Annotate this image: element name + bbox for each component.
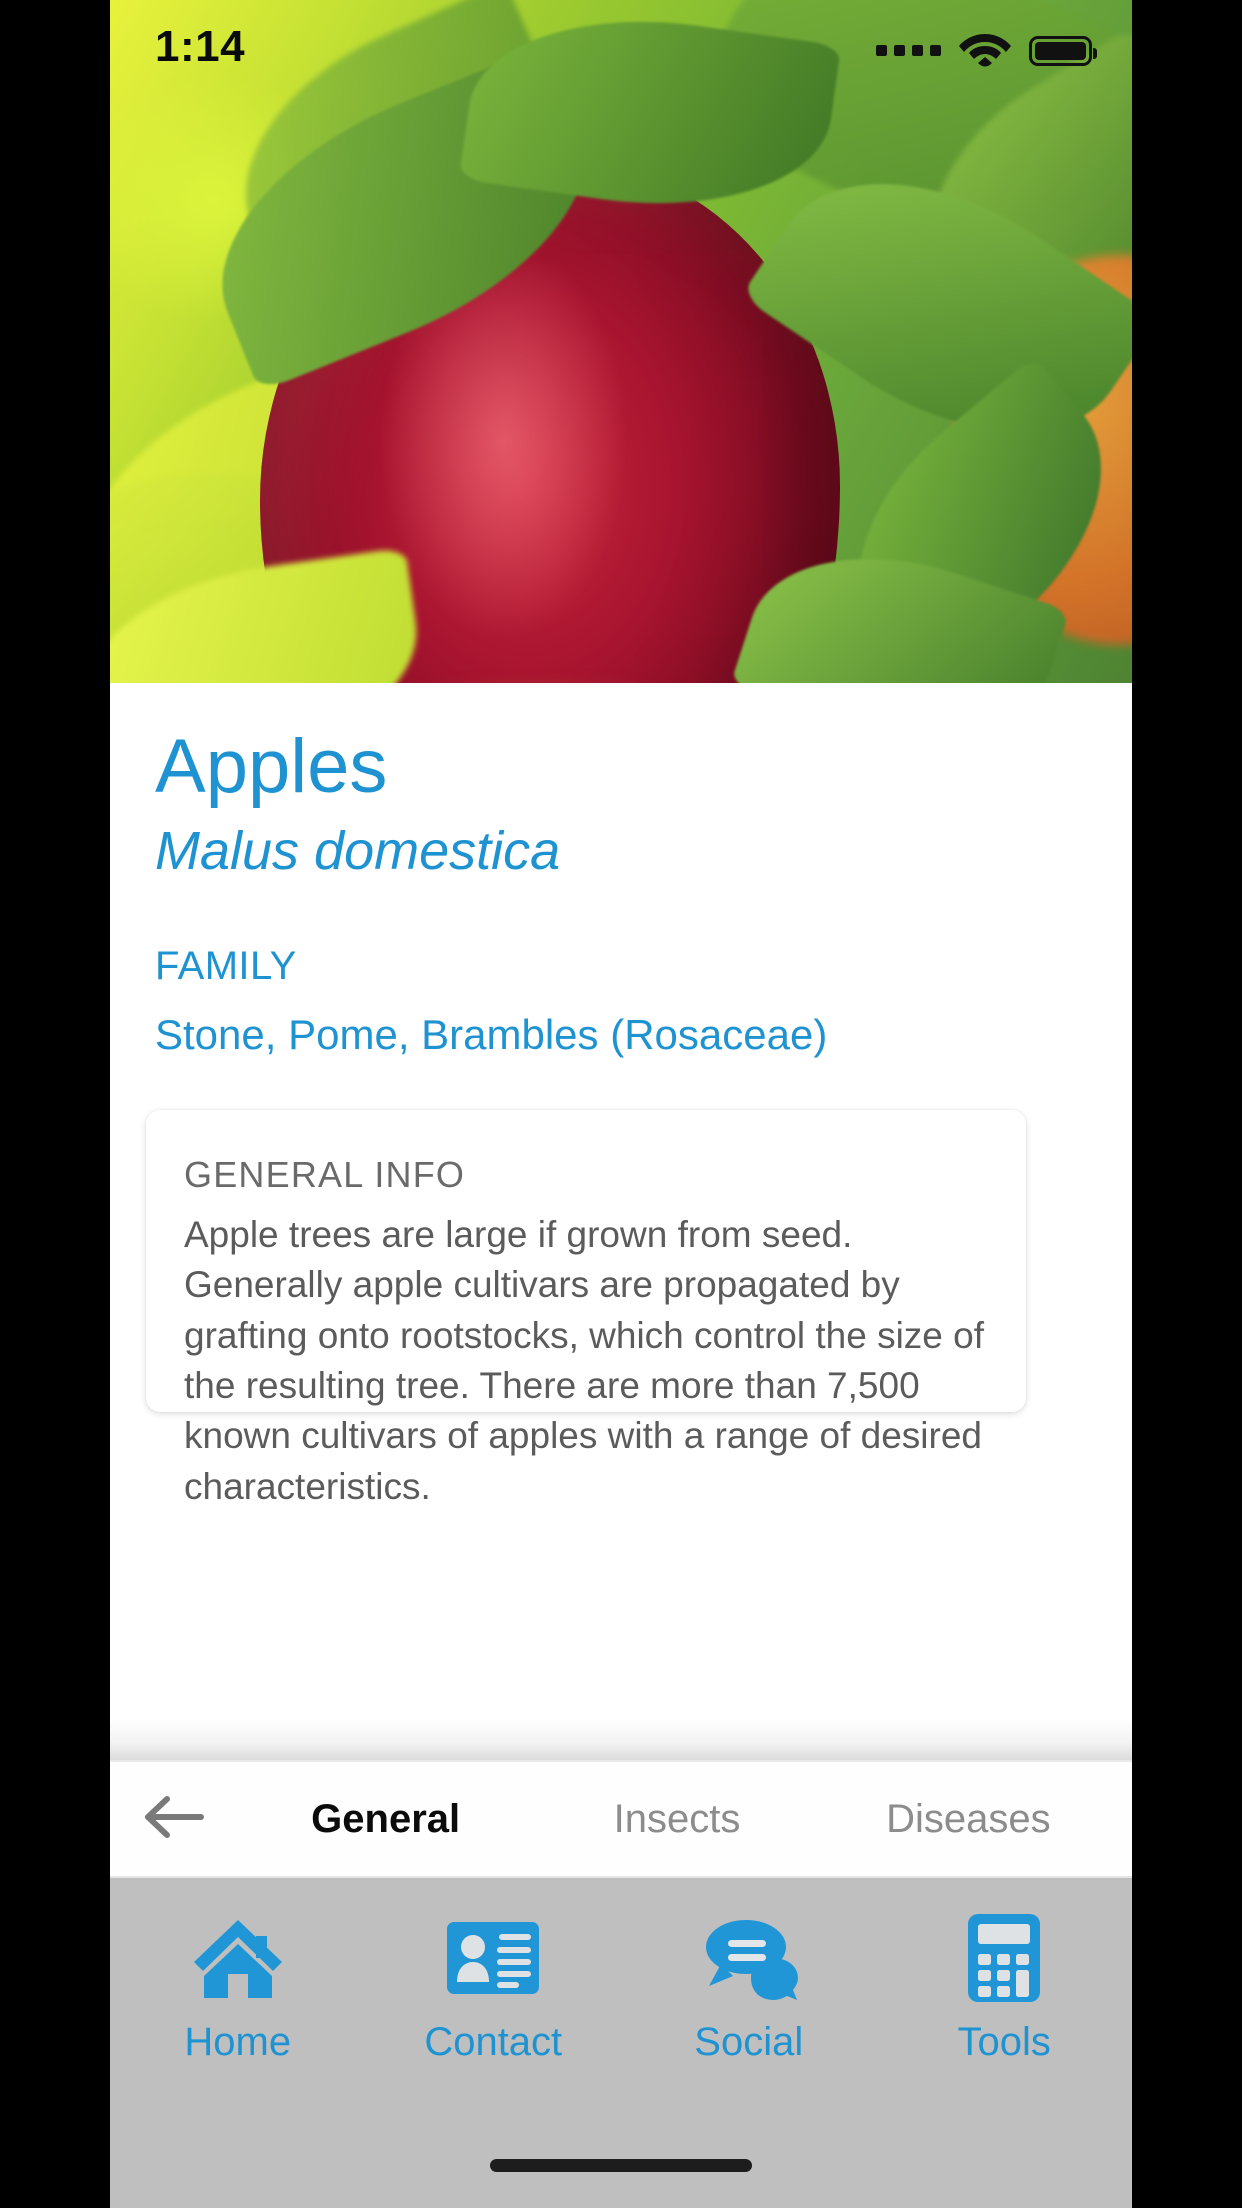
family-value: Stone, Pome, Brambles (Rosaceae) <box>155 1010 828 1058</box>
bottom-nav-items: Home Contact Social Tools <box>110 1878 1132 2065</box>
hero-image <box>110 0 1132 683</box>
nav-label-home: Home <box>184 2020 292 2064</box>
tab-bar-shadow <box>110 1718 1132 1760</box>
nav-item-social[interactable]: Social <box>621 1910 877 2065</box>
title-block: Apples Malus domestica FAMILY Stone, Pom… <box>110 683 1132 1059</box>
page-title: Apples <box>155 724 388 809</box>
tab-insects[interactable]: Insects <box>531 1797 822 1842</box>
general-info-title: GENERAL INFO <box>184 1154 466 1195</box>
phone-screen: 1:14 Apples Malus domestica FAMILY Stone… <box>110 0 1132 2208</box>
nav-item-home[interactable]: Home <box>110 1910 366 2065</box>
general-info-card: GENERAL INFO Apple trees are large if gr… <box>146 1110 1026 1507</box>
nav-item-contact[interactable]: Contact <box>366 1910 622 2065</box>
home-indicator[interactable] <box>490 2159 752 2172</box>
family-label: FAMILY <box>155 943 297 988</box>
calculator-icon <box>966 1910 1042 2006</box>
latin-name: Malus domestica <box>155 820 561 881</box>
contact-card-icon <box>445 1910 541 2006</box>
tab-general[interactable]: General <box>240 1797 531 1842</box>
back-button[interactable] <box>110 1793 240 1846</box>
tab-bar: General Insects Diseases <box>110 1760 1132 1878</box>
tab-diseases[interactable]: Diseases <box>823 1797 1114 1842</box>
nav-label-contact: Contact <box>424 2020 563 2064</box>
apple-photo <box>110 0 1132 683</box>
nav-label-social: Social <box>694 2020 804 2064</box>
arrow-left-icon <box>143 1793 207 1846</box>
general-info-body: Apple trees are large if grown from seed… <box>184 1214 985 1507</box>
home-icon <box>190 1910 286 2006</box>
nav-item-tools[interactable]: Tools <box>877 1910 1133 2065</box>
detail-content: Apples Malus domestica FAMILY Stone, Pom… <box>110 683 1132 1758</box>
nav-label-tools: Tools <box>957 2020 1051 2064</box>
bottom-navigation-bar: Home Contact Social Tools <box>110 1878 1132 2208</box>
speech-bubbles-icon <box>699 1910 799 2006</box>
tab-list: General Insects Diseases <box>240 1797 1132 1842</box>
